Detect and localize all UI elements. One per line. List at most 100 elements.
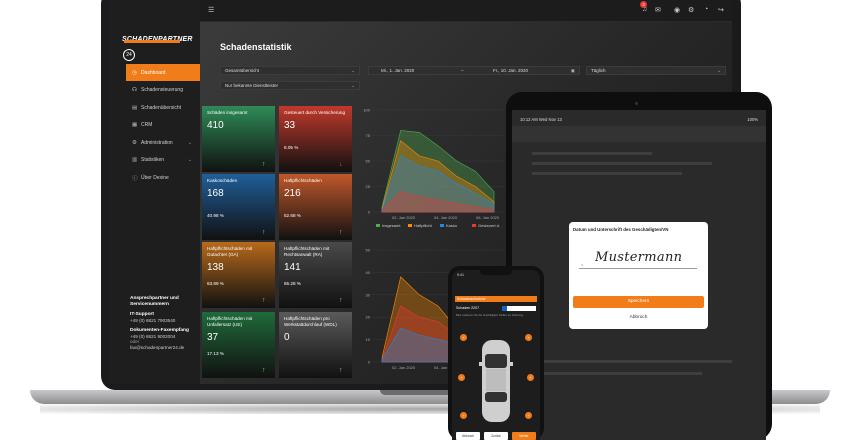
trend-arrow-icon: ↑ bbox=[339, 297, 343, 304]
phone-toggle[interactable] bbox=[502, 306, 536, 311]
date-range-field[interactable]: Mi., 1. Jan. 2020 – Fr., 10. Jan. 2020 ▣ bbox=[368, 66, 580, 75]
sidebar-item-label: Schadenübersicht bbox=[141, 104, 182, 111]
bar-chart-icon: ▥ bbox=[132, 157, 138, 163]
sidebar-item-statistiken[interactable]: ▥ Statistiken ⌄ bbox=[126, 152, 200, 169]
kpi-value: 0 bbox=[284, 331, 290, 343]
service-select-value: Nur bekannte Dienstleister bbox=[225, 83, 279, 88]
trend-arrow-icon: ↑ bbox=[339, 229, 343, 236]
save-button[interactable]: Speichern bbox=[573, 296, 704, 308]
kpi-value: 410 bbox=[207, 119, 224, 131]
damage-marker[interactable]: + bbox=[458, 374, 465, 381]
tablet-status-time: 10:12 AM Wed Nov 13 bbox=[520, 117, 562, 122]
sidebar-item-dashboard[interactable]: ◷ Dashboard bbox=[126, 64, 200, 81]
service-select[interactable]: Nur bekannte Dienstleister ⌄ bbox=[220, 81, 360, 90]
phone-next-button[interactable]: Weiter bbox=[512, 432, 536, 440]
sidebar-item--ber-dexine[interactable]: ⓘ Über Dexine bbox=[126, 169, 200, 186]
brand-badge: 24 bbox=[123, 48, 135, 61]
phone-status-time: 9:41 bbox=[457, 273, 464, 277]
kpi-card[interactable]: Gesteuert durch Versicherung 33 8.05 % ↓ bbox=[279, 106, 352, 172]
sidebar-item-administration[interactable]: ⚙ Administration ⌄ bbox=[126, 134, 200, 151]
kpi-card[interactable]: Haftpflichtschäden mit Rechtsanwalt (RA)… bbox=[279, 242, 352, 308]
speedometer-icon: ◷ bbox=[132, 69, 137, 76]
sidebar-item-label: Dashboard bbox=[141, 69, 166, 76]
trend-arrow-icon: ↓ bbox=[339, 161, 343, 168]
claims-area-chart: 100 75 50 25 0 02. Jan 2020 04. Jan 2020 06. Ja… bbox=[363, 108, 504, 228]
sidebar-item-schadensteuerung[interactable]: ☊ Schadensteuerung bbox=[126, 82, 200, 99]
cancel-button[interactable]: Abbruch bbox=[573, 312, 704, 324]
kpi-title: Schäden insgesamt bbox=[207, 110, 248, 115]
kpi-value: 37 bbox=[207, 331, 219, 343]
x-tick-label: 06. Jan 2020 bbox=[476, 215, 500, 220]
mail-icon[interactable]: ✉ bbox=[655, 6, 661, 14]
interval-select[interactable]: Täglich ⌄ bbox=[586, 66, 726, 75]
legend-label[interactable]: Gesteuert d. bbox=[478, 223, 500, 228]
damage-marker[interactable]: + bbox=[527, 374, 534, 381]
overview-select[interactable]: Gesamtübersicht ⌄ bbox=[220, 66, 360, 75]
damage-marker[interactable]: + bbox=[525, 334, 532, 341]
tablet-blurred-text bbox=[532, 162, 712, 165]
sidebar-item-crm[interactable]: ▦ CRM bbox=[126, 117, 200, 134]
settings-icon[interactable]: ⚙ bbox=[688, 6, 694, 14]
kpi-title: Haftpflichtschäden mit Unfallersatz (UE) bbox=[207, 316, 253, 327]
signature-modal-title: Datum und Unterschrift des Geschädigten/… bbox=[573, 227, 669, 232]
legend-swatch bbox=[376, 224, 380, 227]
damage-marker[interactable]: + bbox=[460, 334, 467, 341]
phone-cancel-button[interactable]: Abbruch bbox=[456, 432, 480, 440]
sidebar-item-label: Schadensteuerung bbox=[141, 87, 183, 93]
kpi-title: Haftpflichtschäden bbox=[284, 178, 322, 183]
damage-marker[interactable]: + bbox=[525, 412, 532, 419]
sidebar-item-schaden-bersicht[interactable]: ▤ Schadenübersicht bbox=[126, 99, 200, 116]
kpi-value: 141 bbox=[284, 261, 301, 273]
clock-icon[interactable]: ◔ bbox=[704, 6, 708, 13]
kpi-card[interactable]: Haftpflichtschäden pro Werkstattdurchlau… bbox=[279, 312, 352, 378]
sidebar-item-label: CRM bbox=[141, 122, 153, 128]
trend-arrow-icon: ↑ bbox=[339, 367, 343, 374]
legend-swatch bbox=[440, 224, 444, 227]
calendar-icon[interactable]: ▣ bbox=[571, 67, 575, 74]
user-icon[interactable]: ◉ bbox=[674, 6, 680, 14]
legend-label[interactable]: Insgesamt bbox=[382, 223, 401, 228]
damage-marker[interactable]: + bbox=[460, 412, 467, 419]
y-tick-label: 20 bbox=[366, 315, 371, 320]
kpi-title: Haftpflichtschäden pro Werkstattdurchlau… bbox=[284, 316, 337, 327]
kpi-title: Haftpflichtschäden mit Gutachter (GA) bbox=[207, 246, 253, 257]
x-tick-label: 02. Jan 2020 bbox=[392, 215, 416, 220]
chevron-down-icon: ⌄ bbox=[717, 68, 721, 73]
chevron-down-icon: ⌄ bbox=[187, 157, 192, 163]
kpi-card[interactable]: Kaskoschäden 168 40.98 % ↑ bbox=[202, 174, 275, 240]
phone-back-button[interactable]: Zurück bbox=[484, 432, 508, 440]
fax-email[interactable]: fax@schadenpartner24.de bbox=[130, 345, 200, 351]
legend-swatch bbox=[472, 224, 476, 227]
date-from: Mi., 1. Jan. 2020 bbox=[381, 68, 415, 73]
kpi-card[interactable]: Haftpflichtschäden 216 52.68 % ↑ bbox=[279, 174, 352, 240]
kpi-percent: 8.05 % bbox=[284, 145, 299, 150]
y-tick-label: 10 bbox=[366, 337, 371, 342]
y-tick-label: 50 bbox=[366, 248, 371, 253]
tablet-blurred-text bbox=[532, 152, 652, 155]
interval-select-value: Täglich bbox=[591, 68, 606, 73]
x-tick-label: 04. Jan 2020 bbox=[434, 215, 458, 220]
contact-box: Ansprechpartner und Servicenummern IT-Su… bbox=[130, 296, 200, 351]
y-tick-label: 25 bbox=[366, 184, 371, 189]
sidebar-nav: ◷ Dashboard ☊ Schadensteuerung ▤ Schadenübers… bbox=[126, 64, 200, 187]
phone-subtitle: Schaden 2207 bbox=[456, 306, 480, 310]
menu-toggle-icon[interactable]: ☰ bbox=[208, 6, 214, 14]
signature-line bbox=[579, 268, 697, 269]
legend-label[interactable]: Kasko bbox=[446, 223, 458, 228]
phone-body-text: Bitte markieren Sie die beschädigten Ste… bbox=[456, 314, 524, 317]
info-icon: ⓘ bbox=[132, 175, 138, 182]
car-top-view-icon[interactable] bbox=[476, 336, 516, 426]
tablet-camera bbox=[635, 102, 638, 105]
logout-icon[interactable]: ↪ bbox=[718, 6, 724, 14]
kpi-card[interactable]: Haftpflichtschäden mit Gutachter (GA) 138… bbox=[202, 242, 275, 308]
phone-action-bar: Abbruch Zurück Weiter bbox=[456, 432, 538, 440]
headset-icon: ☊ bbox=[132, 87, 137, 93]
signature-pad[interactable]: Mustermann bbox=[595, 250, 682, 265]
kpi-value: 168 bbox=[207, 187, 224, 199]
kpi-card[interactable]: Schäden insgesamt 410 ↑ bbox=[202, 106, 275, 172]
trend-arrow-icon: ↑ bbox=[262, 297, 266, 304]
tablet-screen: 10:12 AM Wed Nov 13 100% Datum und Unter… bbox=[512, 110, 766, 440]
chevron-down-icon: ⌄ bbox=[187, 139, 192, 146]
kpi-card[interactable]: Haftpflichtschäden mit Unfallersatz (UE)… bbox=[202, 312, 275, 378]
legend-label[interactable]: Haftpflicht bbox=[414, 223, 433, 228]
